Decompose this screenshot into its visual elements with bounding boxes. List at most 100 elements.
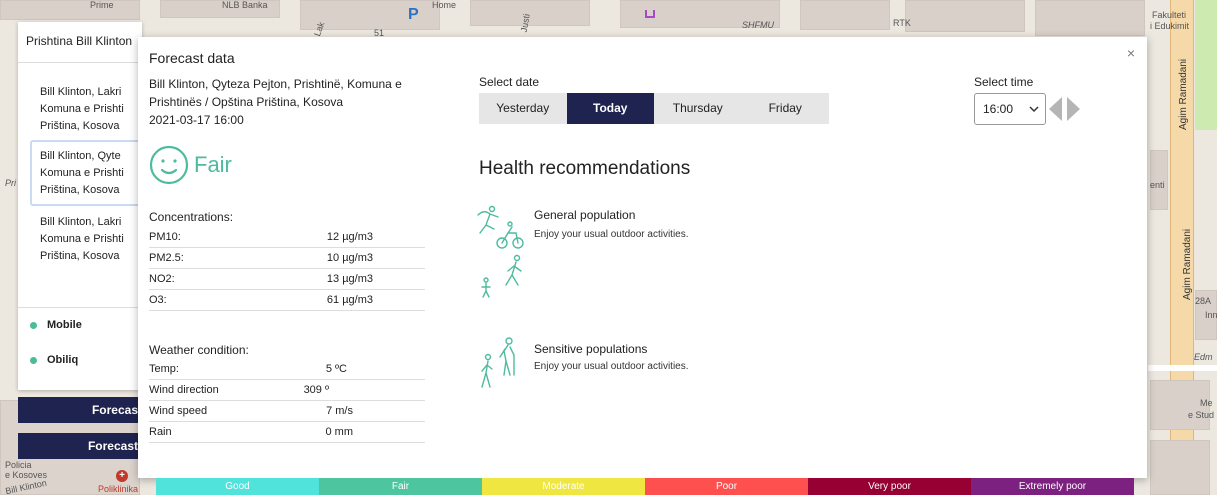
map-label: enti [1150, 180, 1165, 190]
weather-row: Temp: 5 ºC [149, 359, 425, 380]
date-tabs: Yesterday Today Thursday Friday [479, 93, 829, 124]
map-label: Policia [5, 460, 32, 470]
station-name: Obiliq [47, 354, 79, 366]
legend-fair: Fair [319, 478, 482, 495]
legend-poor: Poor [645, 478, 808, 495]
next-time-arrow-icon[interactable] [1067, 97, 1080, 121]
weather-row: Rain 0 mm [149, 422, 425, 443]
location-list-item[interactable]: Bill Klinton, Lakri Komuna e Prishti Pri… [30, 84, 150, 135]
legend-moderate: Moderate [482, 478, 645, 495]
location-line: Komuna e Prishti [40, 103, 124, 115]
select-date-label: Select date [479, 75, 540, 89]
location-line: Bill Klinton, Lakri [40, 216, 122, 228]
location-list-item[interactable]: Bill Klinton, Lakri Komuna e Prishti Pri… [30, 214, 150, 265]
pollutant-name: PM2.5: [149, 252, 184, 264]
concentrations-heading: Concentrations: [149, 210, 234, 224]
forecast-button[interactable]: Forecast [18, 433, 142, 459]
forecast-button[interactable]: Forecas [18, 397, 142, 423]
location-list-item-selected[interactable]: Bill Klinton, Qyte Komuna e Prishti Priš… [30, 140, 150, 206]
concentration-row: NO2: 13 µg/m3 [149, 269, 425, 290]
map-label: Home [432, 0, 457, 10]
weather-name: Wind direction [149, 384, 219, 396]
legend-very-poor: Very poor [808, 478, 971, 495]
group-recommendation: Enjoy your usual outdoor activities. [534, 229, 689, 240]
map-label: Inn [1205, 310, 1217, 320]
concentration-row: PM2.5: 10 µg/m3 [149, 248, 425, 269]
map-street-label: Agim Ramadani [1178, 58, 1189, 130]
location-line: Komuna e Prishti [40, 233, 124, 245]
time-select[interactable]: 16:00 [974, 93, 1046, 125]
map-street-label: Agim Ramadani [1182, 228, 1193, 300]
station-name: Mobile [47, 319, 82, 331]
map-label: e Stud [1188, 410, 1215, 420]
weather-row: Wind direction 309 º [149, 380, 425, 401]
pollutant-value: 12 µg/m3 [326, 231, 373, 243]
pollutant-name: PM10: [149, 231, 181, 243]
map-label: SHFMU [742, 20, 774, 30]
weather-name: Rain [149, 426, 172, 438]
map-label: RTK [893, 18, 911, 28]
tab-today[interactable]: Today [566, 93, 654, 124]
previous-time-arrow-icon[interactable] [1049, 97, 1062, 121]
station-mobile[interactable]: Mobile [30, 319, 82, 331]
time-select-value: 16:00 [983, 102, 1014, 116]
general-population-icon [477, 205, 524, 298]
weather-value: 309 º [303, 384, 329, 396]
concentration-row: PM10: 12 µg/m3 [149, 227, 425, 248]
location-line: Priština, Kosova [40, 120, 120, 132]
health-recommendations-title: Health recommendations [479, 158, 691, 179]
aqi-level-label: Fair [194, 152, 232, 177]
weather-value: 7 m/s [326, 405, 353, 417]
pollutant-name: O3: [149, 294, 167, 306]
modal-title: Forecast data [149, 50, 235, 66]
forecast-modal: × Forecast data Bill Klinton, Qyteza Pej… [138, 37, 1147, 478]
station-obiliq[interactable]: Obiliq [30, 354, 78, 366]
pollutant-value: 10 µg/m3 [326, 252, 373, 264]
divider [18, 307, 142, 308]
map-label: 28A [1195, 296, 1212, 306]
location-panel-title: Prishtina Bill Klinton [26, 34, 133, 48]
pollutant-value: 61 µg/m3 [326, 294, 373, 306]
divider [18, 62, 142, 63]
location-line: Priština, Kosova [40, 184, 120, 196]
map-label: Fakulteti [1152, 10, 1187, 20]
select-time-label: Select time [974, 75, 1034, 89]
group-name: General population [534, 208, 636, 222]
location-line: Komuna e Prishti [40, 167, 124, 179]
tab-thursday[interactable]: Thursday [654, 93, 742, 124]
map-label: i Edukimit [1150, 21, 1190, 31]
chevron-down-icon [1029, 106, 1039, 113]
location-line: Bill Klinton, Lakri [40, 86, 122, 98]
weather-value: 5 ºC [325, 363, 347, 375]
pollutant-name: NO2: [149, 273, 175, 285]
map-label: Pri [5, 178, 16, 188]
station-status-dot [30, 321, 37, 329]
legend-extremely-poor: Extremely poor [971, 478, 1134, 495]
sensitive-population-icon [481, 337, 515, 388]
map-label: Edm [1194, 352, 1213, 362]
air-quality-index: Fair [149, 145, 232, 185]
aqi-legend: Good Fair Moderate Poor Very poor Extrem… [156, 478, 1134, 495]
legend-good: Good [156, 478, 319, 495]
weather-name: Temp: [149, 363, 179, 375]
weather-value: 0 mm [325, 426, 354, 438]
group-name: Sensitive populations [534, 342, 648, 356]
smiley-face-icon [149, 145, 189, 185]
location-panel: Prishtina Bill Klinton Bill Klinton, Lak… [18, 22, 150, 390]
map-label: Justi [518, 13, 532, 33]
group-recommendation: Enjoy your usual outdoor activities. [534, 361, 689, 372]
tab-friday[interactable]: Friday [742, 93, 830, 124]
forecast-datetime: 2021-03-17 16:00 [149, 113, 244, 127]
shop-icon [645, 10, 655, 18]
location-line: Priština, Kosova [40, 250, 120, 262]
weather-name: Wind speed [149, 405, 208, 417]
map-label: Prime [90, 0, 114, 10]
weather-row: Wind speed 7 m/s [149, 401, 425, 422]
map-label: Poliklinika [98, 484, 139, 494]
close-icon[interactable]: × [1127, 45, 1135, 61]
map-label: Me [1200, 398, 1213, 408]
tab-yesterday[interactable]: Yesterday [479, 93, 567, 124]
concentration-row: O3: 61 µg/m3 [149, 290, 425, 311]
weather-heading: Weather condition: [149, 343, 249, 357]
location-line: Bill Klinton, Qyte [40, 150, 121, 162]
